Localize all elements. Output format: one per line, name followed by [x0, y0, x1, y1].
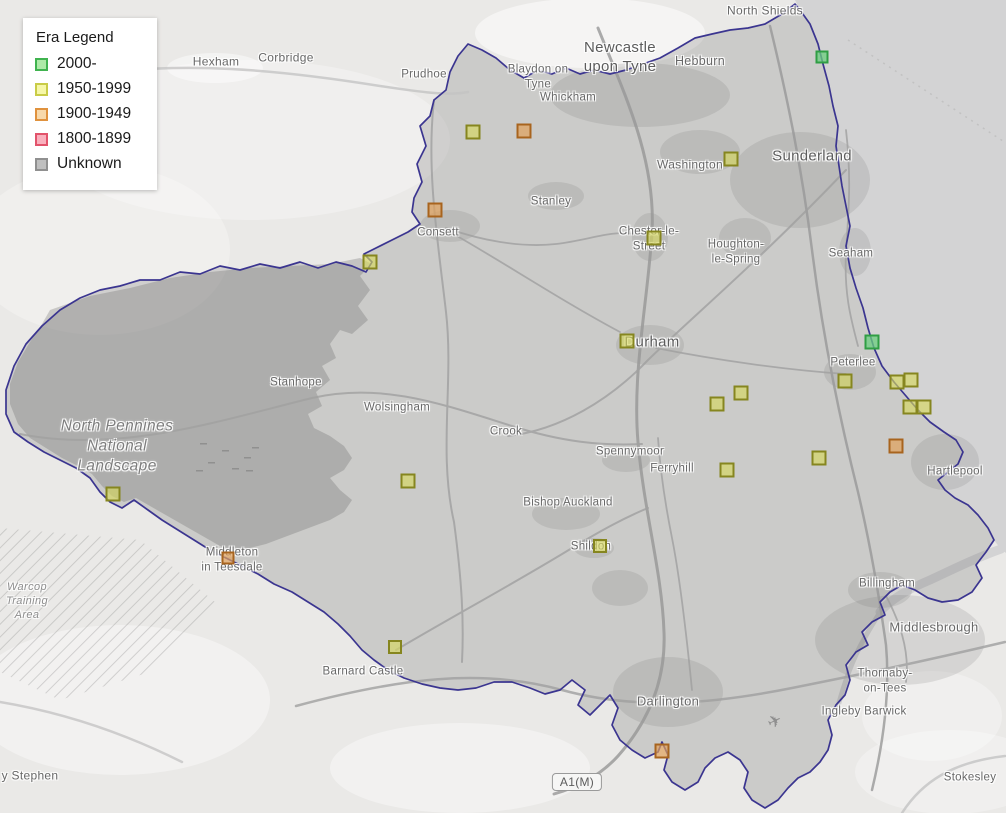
legend-title: Era Legend — [36, 29, 114, 46]
legend-label: 1900-1949 — [57, 105, 132, 122]
map-marker-1950-1999[interactable] — [903, 372, 919, 388]
map-marker-1950-1999[interactable] — [400, 473, 416, 489]
map-marker-2000[interactable] — [864, 334, 880, 350]
map-marker-1950-1999[interactable] — [105, 486, 121, 502]
map-marker-1900-1949[interactable] — [888, 438, 904, 454]
legend-label: 1950-1999 — [57, 80, 132, 97]
road-label-a1m: A1(M) — [551, 773, 603, 791]
map-marker-1950-1999[interactable] — [388, 640, 402, 654]
map-marker-1950-1999[interactable] — [811, 450, 827, 466]
map-marker-1950-1999[interactable] — [709, 396, 725, 412]
map-marker-1950-1999[interactable] — [719, 462, 735, 478]
map-marker-1950-1999[interactable] — [646, 230, 662, 246]
map-marker-2000[interactable] — [815, 50, 829, 64]
map-marker-1900-1949[interactable] — [516, 123, 532, 139]
map-viewport[interactable]: North Shields Newcastle upon Tyne Hebburn H… — [0, 0, 1006, 813]
legend-label: 1800-1899 — [57, 130, 132, 147]
map-marker-1900-1949[interactable] — [427, 202, 443, 218]
legend-items: 2000- 1950-1999 1900-1949 1800-1899 Unknown — [35, 55, 145, 173]
era-legend: Era Legend 2000- 1950-1999 1900-1949 1800-1… — [23, 18, 157, 190]
legend-swatch-1800-1899 — [35, 132, 48, 146]
map-marker-1950-1999[interactable] — [902, 399, 918, 415]
legend-swatch-1950-1999 — [35, 82, 48, 96]
map-marker-1900-1949[interactable] — [654, 743, 670, 759]
map-marker-1950-1999[interactable] — [733, 385, 749, 401]
map-marker-1950-1999[interactable] — [362, 254, 378, 270]
map-marker-1950-1999[interactable] — [593, 539, 607, 553]
legend-item-2000: 2000- — [35, 55, 145, 73]
legend-item-1800-1899: 1800-1899 — [35, 130, 145, 148]
map-marker-1950-1999[interactable] — [889, 374, 905, 390]
map-marker-1950-1999[interactable] — [916, 399, 932, 415]
legend-swatch-1900-1949 — [35, 107, 48, 121]
map-marker-1900-1949[interactable] — [221, 551, 235, 565]
legend-swatch-2000 — [35, 57, 48, 71]
legend-label: 2000- — [57, 55, 97, 72]
legend-label: Unknown — [57, 155, 122, 172]
map-marker-1950-1999[interactable] — [723, 151, 739, 167]
legend-item-1900-1949: 1900-1949 — [35, 105, 145, 123]
legend-swatch-unknown — [35, 157, 48, 171]
legend-item-1950-1999: 1950-1999 — [35, 80, 145, 98]
map-marker-1950-1999[interactable] — [619, 333, 635, 349]
map-marker-1950-1999[interactable] — [837, 373, 853, 389]
legend-item-unknown: Unknown — [35, 155, 145, 173]
map-marker-1950-1999[interactable] — [465, 124, 481, 140]
